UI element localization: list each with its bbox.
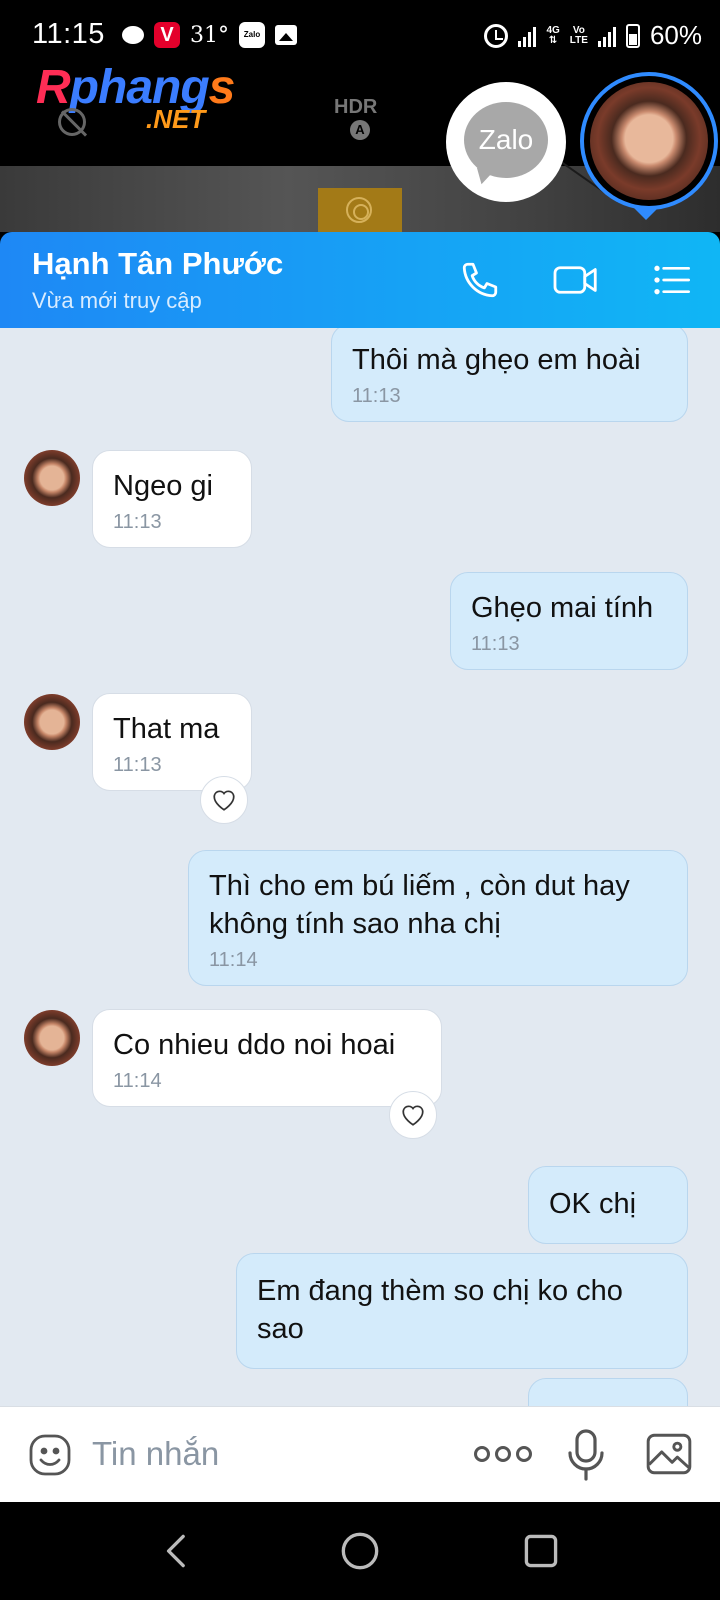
send-image-button[interactable]	[644, 1429, 694, 1479]
message-text: That ma	[113, 713, 220, 745]
message-time: 11:13	[113, 511, 162, 533]
contact-avatar[interactable]	[24, 1010, 80, 1066]
message-time: 11:14	[113, 1070, 162, 1092]
react-button[interactable]	[200, 776, 248, 824]
message-composer	[0, 1406, 720, 1502]
more-options-dot	[495, 1446, 511, 1462]
hdr-label[interactable]: HDR	[334, 96, 377, 119]
message-text: Ngeo gi	[113, 470, 213, 502]
message-time: 11:13	[113, 754, 162, 776]
phone-icon	[462, 262, 498, 298]
contact-name[interactable]: Hạnh Tân Phước	[32, 246, 283, 282]
notification-icons: V 31° Zalo	[122, 22, 297, 48]
recents-icon	[524, 1534, 558, 1568]
alarm-icon	[484, 23, 509, 48]
message-time: 11:13	[471, 633, 520, 655]
message-input[interactable]	[92, 1429, 432, 1479]
message-list[interactable]: Thôi mà ghẹo em hoài 11:13 Ngeo gi 11:13…	[0, 328, 720, 1406]
chat-head-avatar[interactable]	[580, 72, 718, 210]
message-incoming[interactable]: Co nhieu ddo noi hoai 11:14	[92, 1009, 442, 1107]
contact-status: Vừa mới truy cập	[32, 288, 202, 313]
back-icon	[166, 1534, 185, 1568]
message-outgoing[interactable]: Ghẹo mai tính 11:13	[450, 572, 688, 670]
brightness-icon	[346, 197, 372, 223]
status-time: 11:15	[32, 18, 105, 50]
more-options-dot	[516, 1446, 532, 1462]
message-text: Thì cho em bú liếm , còn dut hay không t…	[209, 870, 630, 940]
system-navigation-bar	[0, 1502, 720, 1600]
chat-notification-icon	[122, 26, 144, 44]
contact-avatar[interactable]	[24, 694, 80, 750]
watermark-logo-domain: .NET	[146, 104, 206, 134]
message-text: Ghẹo mai tính	[471, 592, 654, 624]
signal-icon	[518, 25, 537, 47]
video-call-icon	[553, 266, 597, 294]
message-time: 11:14	[209, 949, 258, 971]
sticker-button[interactable]	[26, 1431, 74, 1479]
message-outgoing[interactable]: Em đang thèm so chị ko cho sao	[236, 1253, 688, 1369]
timer-off-icon[interactable]	[58, 108, 86, 136]
voice-call-button[interactable]	[454, 254, 506, 306]
contact-avatar[interactable]	[24, 450, 80, 506]
hdr-auto-badge: A	[350, 120, 370, 140]
gallery-notification-icon	[275, 25, 297, 45]
message-outgoing[interactable]: Thôi mà ghẹo em hoài 11:13	[331, 328, 688, 422]
recents-button[interactable]	[516, 1526, 566, 1576]
message-time: 11:13	[352, 385, 401, 407]
home-icon	[341, 1532, 379, 1570]
battery-percent: 60%	[649, 20, 702, 50]
video-call-button[interactable]	[550, 254, 602, 306]
more-options-icon	[474, 1446, 490, 1462]
temperature: 31°	[190, 22, 229, 48]
sticker-icon	[29, 1434, 71, 1476]
zalo-notification-icon: Zalo	[239, 22, 265, 48]
volte-indicator: Vo LTE	[569, 24, 588, 46]
system-icons: 4G ⇅ Vo LTE 60%	[484, 20, 702, 51]
signal-icon-2	[597, 25, 616, 47]
message-text: Thôi mà ghẹo em hoài	[352, 344, 641, 376]
microphone-icon	[568, 1429, 604, 1481]
zalo-floating-button[interactable]: Zalo	[446, 82, 566, 202]
chat-head-pointer	[632, 206, 660, 220]
network-type: 4G ⇅	[546, 24, 560, 46]
battery-icon	[625, 23, 640, 48]
message-outgoing[interactable]: Thì cho em bú liếm , còn dut hay không t…	[188, 850, 688, 986]
heart-icon	[213, 790, 235, 811]
message-text: Co nhieu ddo noi hoai	[113, 1029, 396, 1061]
image-icon	[646, 1433, 692, 1475]
message-text: OK chị	[549, 1188, 637, 1220]
home-button[interactable]	[335, 1526, 385, 1576]
voice-message-button[interactable]	[566, 1427, 606, 1483]
list-menu-icon	[654, 265, 690, 295]
message-outgoing-partial[interactable]	[528, 1378, 688, 1406]
message-outgoing[interactable]: OK chị	[528, 1166, 688, 1244]
react-button[interactable]	[389, 1091, 437, 1139]
chat-header: Hạnh Tân Phước Vừa mới truy cập	[0, 232, 720, 328]
message-incoming[interactable]: Ngeo gi 11:13	[92, 450, 252, 548]
more-options-button[interactable]	[474, 1439, 532, 1469]
heart-icon	[402, 1105, 424, 1126]
zalo-icon: Zalo	[464, 102, 548, 178]
contact-photo	[590, 82, 708, 200]
back-button[interactable]	[154, 1526, 204, 1576]
message-text: Em đang thèm so chị ko cho sao	[257, 1275, 623, 1345]
brightness-control[interactable]	[318, 188, 402, 232]
v-app-icon: V	[154, 22, 180, 48]
chat-options-button[interactable]	[646, 254, 698, 306]
